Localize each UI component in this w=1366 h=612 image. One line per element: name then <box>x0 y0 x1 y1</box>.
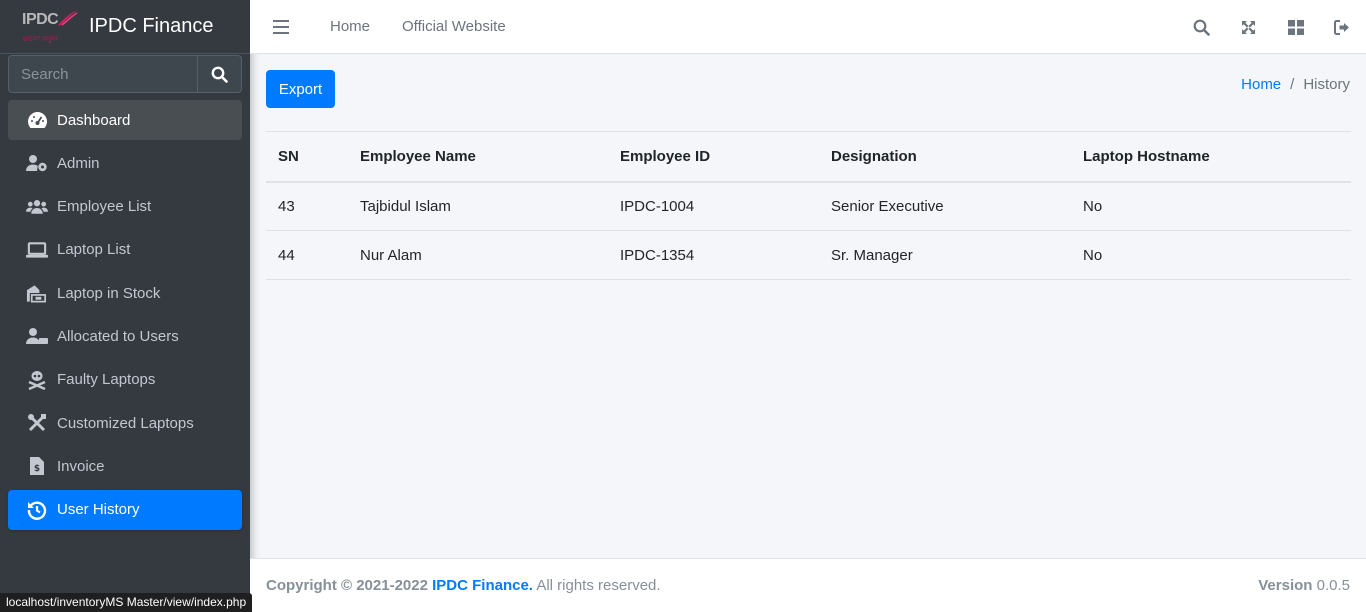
breadcrumb: Home / History <box>1241 76 1350 93</box>
logo-swoosh-icon <box>58 9 78 26</box>
user-cog-icon <box>26 152 48 174</box>
cell-designation: Senior Executive <box>819 181 1071 231</box>
header-sn[interactable]: SN <box>266 131 348 183</box>
tachometer-icon <box>26 109 48 131</box>
grid-icon <box>1287 19 1304 35</box>
search-icon <box>211 66 228 83</box>
table-row: 43 Tajbidul Islam IPDC-1004 Senior Execu… <box>266 181 1351 231</box>
sidebar-search <box>8 55 242 93</box>
hamburger-menu-icon[interactable] <box>273 19 289 34</box>
laptop-icon <box>26 239 48 261</box>
footer-copyright: Copyright © 2021-2022 IPDC Finance. All … <box>266 577 661 594</box>
navbar-search-button[interactable] <box>1178 0 1225 54</box>
cell-sn: 43 <box>266 181 348 231</box>
header-laptop-hostname[interactable]: Laptop Hostname <box>1071 131 1351 183</box>
search-button[interactable] <box>197 55 242 93</box>
breadcrumb-current: History <box>1303 76 1350 93</box>
sidebar-item-admin[interactable]: Admin <box>8 143 242 183</box>
svg-text:$: $ <box>34 464 40 474</box>
skull-crossbones-icon <box>26 369 48 391</box>
export-button[interactable]: Export <box>266 70 335 108</box>
browser-status-url: localhost/inventoryMS Master/view/index.… <box>0 593 253 612</box>
sidebar-item-customized-laptops[interactable]: Customized Laptops <box>8 403 242 443</box>
sidebar-item-dashboard[interactable]: Dashboard <box>8 100 242 140</box>
cell-employee-name: Nur Alam <box>348 230 608 280</box>
footer: Copyright © 2021-2022 IPDC Finance. All … <box>250 558 1366 612</box>
footer-version: Version 0.0.5 <box>1258 577 1350 594</box>
tools-icon <box>26 412 48 434</box>
warehouse-icon <box>26 282 48 304</box>
apps-grid-button[interactable] <box>1272 0 1319 54</box>
cell-laptop-hostname: No <box>1071 181 1351 231</box>
breadcrumb-separator: / <box>1290 76 1295 93</box>
sign-out-icon <box>1334 19 1349 35</box>
cell-employee-id: IPDC-1004 <box>608 181 819 231</box>
invoice-icon: $ <box>26 455 48 477</box>
footer-brand-link[interactable]: IPDC Finance. <box>432 577 533 594</box>
sidebar-item-invoice[interactable]: $ Invoice <box>8 446 242 486</box>
cell-laptop-hostname: No <box>1071 230 1351 280</box>
sidebar-item-laptop-in-stock[interactable]: Laptop in Stock <box>8 273 242 313</box>
expand-arrows-icon <box>1242 20 1255 34</box>
table-row: 44 Nur Alam IPDC-1354 Sr. Manager No <box>266 230 1351 280</box>
fullscreen-button[interactable] <box>1225 0 1272 54</box>
header-employee-id[interactable]: Employee ID <box>608 131 819 183</box>
sidebar: IPDC ভালো থাকুন IPDC Finance Dashboard <box>0 0 250 612</box>
cell-sn: 44 <box>266 230 348 280</box>
nav-official-website-link[interactable]: Official Website <box>402 18 506 35</box>
search-input[interactable] <box>8 55 197 93</box>
history-icon <box>26 499 48 521</box>
brand-link[interactable]: IPDC ভালো থাকুন IPDC Finance <box>0 0 250 54</box>
sidebar-item-user-history[interactable]: User History <box>8 489 242 530</box>
cell-employee-id: IPDC-1354 <box>608 230 819 280</box>
header-designation[interactable]: Designation <box>819 131 1071 183</box>
cell-employee-name: Tajbidul Islam <box>348 181 608 231</box>
search-icon <box>1193 19 1210 36</box>
cell-designation: Sr. Manager <box>819 230 1071 280</box>
sidebar-item-allocated-to-users[interactable]: Allocated to Users <box>8 316 242 356</box>
brand-logo: IPDC ভালো থাকুন <box>20 7 78 47</box>
breadcrumb-home-link[interactable]: Home <box>1241 76 1281 93</box>
users-icon <box>26 196 48 218</box>
history-table: SN Employee Name Employee ID Designation… <box>266 131 1351 280</box>
header-employee-name[interactable]: Employee Name <box>348 131 608 183</box>
logout-button[interactable] <box>1319 0 1366 54</box>
sidebar-nav: Dashboard Admin Employee List Laptop Lis… <box>8 100 242 533</box>
nav-home-link[interactable]: Home <box>330 18 370 35</box>
navbar-right-icons <box>1178 0 1366 54</box>
sidebar-item-laptop-list[interactable]: Laptop List <box>8 230 242 270</box>
sidebar-item-employee-list[interactable]: Employee List <box>8 187 242 227</box>
table-header-row: SN Employee Name Employee ID Designation… <box>266 131 1351 183</box>
content-area: Export Home / History SN Employee Name E… <box>250 54 1366 558</box>
top-navbar: Home Official Website <box>250 0 1366 54</box>
sidebar-item-faulty-laptops[interactable]: Faulty Laptops <box>8 360 242 400</box>
brand-name: IPDC Finance <box>89 15 214 37</box>
user-check-icon <box>26 325 48 347</box>
